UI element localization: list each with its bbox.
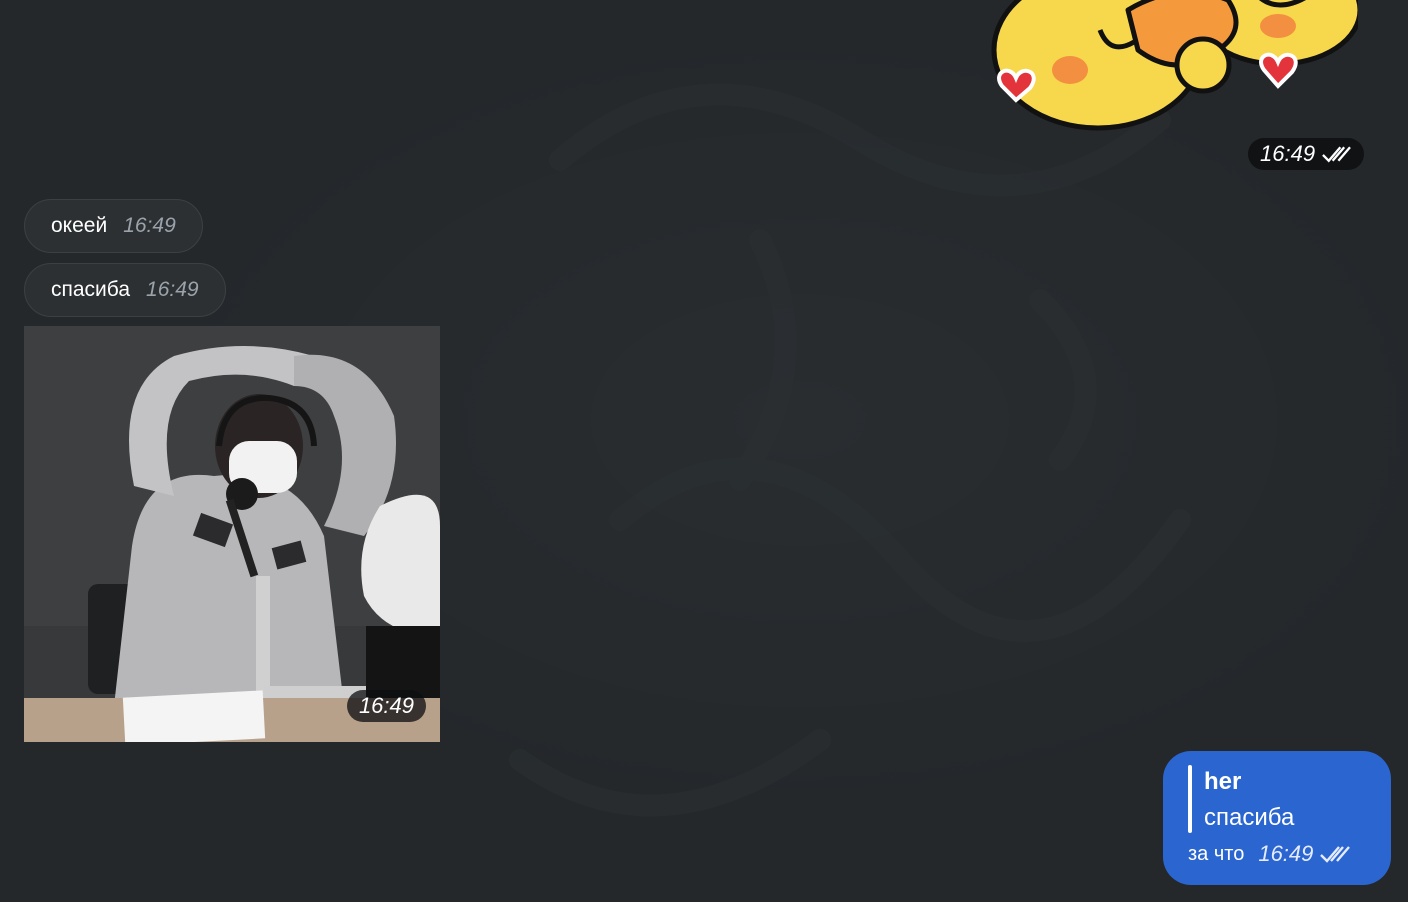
double-check-icon	[1322, 146, 1351, 163]
reply-quote[interactable]: her спасиба	[1188, 765, 1371, 833]
chat-area[interactable]: 16:49 океей 16:49 спасиба 16:49 16:49 he…	[0, 0, 1408, 902]
message-text: океей	[51, 214, 108, 237]
message-text: спасиба	[51, 278, 131, 301]
photo-image	[24, 326, 440, 742]
incoming-message[interactable]: океей 16:49	[24, 199, 203, 253]
message-time: 16:49	[123, 214, 176, 237]
reply-text: спасиба	[1204, 804, 1295, 831]
message-text: за что	[1188, 842, 1245, 865]
reply-bar	[1188, 765, 1192, 833]
photo-message[interactable]: 16:49	[24, 326, 440, 742]
incoming-message[interactable]: спасиба 16:49	[24, 263, 226, 317]
outgoing-message-row: за что 16:49	[1188, 841, 1371, 867]
message-time: 16:49	[146, 278, 199, 301]
double-check-icon	[1320, 846, 1351, 863]
message-time: 16:49	[1258, 841, 1314, 866]
message-time-group: 16:49	[1258, 841, 1351, 867]
sticker-timestamp: 16:49	[1248, 138, 1364, 170]
reply-content: her спасиба	[1204, 765, 1294, 833]
sticker-message[interactable]	[978, 0, 1363, 135]
photo-timestamp: 16:49	[346, 690, 426, 722]
sticker-hugging-chicks-icon	[991, 0, 1363, 131]
outgoing-message[interactable]: her спасиба за что 16:49	[1163, 751, 1391, 885]
reply-author: her	[1204, 768, 1242, 795]
sticker-time-text: 16:49	[1260, 141, 1316, 166]
